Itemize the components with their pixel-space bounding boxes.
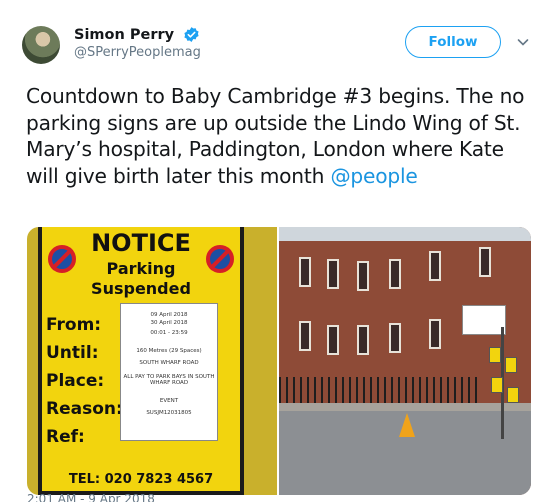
form-from: 09 April 2018 xyxy=(150,312,188,318)
form-until: 30 April 2018 xyxy=(150,320,188,326)
window xyxy=(429,319,441,349)
sign-tel: TEL: 020 7823 4567 xyxy=(68,472,214,487)
photo-hospital-street[interactable] xyxy=(279,227,531,495)
sign-subtitle-line2: Suspended xyxy=(91,279,191,298)
window xyxy=(429,251,441,281)
form-metres: 160 Metres (29 Spaces) xyxy=(136,348,202,354)
form-ref: SUSJM12031805 xyxy=(146,410,192,416)
window xyxy=(389,323,401,353)
window xyxy=(327,259,339,289)
sign-labels: From: Until: Place: Reason: Ref: xyxy=(46,311,123,451)
sign-form: 09 April 2018 30 April 2018 00:01 - 23:5… xyxy=(120,303,218,441)
sign-subtitle-line1: Parking xyxy=(106,259,176,278)
window xyxy=(389,259,401,289)
form-reason: EVENT xyxy=(159,398,179,404)
display-name[interactable]: Simon Perry xyxy=(74,27,174,43)
form-time: 00:01 - 23:59 xyxy=(150,330,188,336)
tweet-text: Countdown to Baby Cambridge #3 begins. T… xyxy=(26,83,536,189)
user-handle[interactable]: @SPerryPeoplemag xyxy=(74,45,201,60)
follow-button[interactable]: Follow xyxy=(405,26,501,58)
parking-notice xyxy=(505,357,517,373)
sign-label: Ref: xyxy=(46,427,85,447)
photo-parking-sign[interactable]: NOTICE Parking Suspended From: Until: Pl… xyxy=(27,227,277,495)
sign-label: Place: xyxy=(46,371,105,391)
parking-notice xyxy=(491,377,503,393)
sign-label: Reason: xyxy=(46,399,123,419)
window xyxy=(357,325,369,355)
tweet-body: Countdown to Baby Cambridge #3 begins. T… xyxy=(26,84,525,188)
parking-notice xyxy=(489,347,501,363)
avatar[interactable] xyxy=(22,26,60,64)
form-place: SOUTH WHARF ROAD xyxy=(139,360,199,366)
window xyxy=(479,247,491,277)
form-place-detail: ALL PAY TO PARK BAYS IN SOUTH WHARF ROAD xyxy=(123,374,215,386)
verified-badge-icon xyxy=(184,27,199,42)
sign-label: From: xyxy=(46,315,102,335)
parking-notice xyxy=(507,387,519,403)
tweet-media[interactable]: NOTICE Parking Suspended From: Until: Pl… xyxy=(27,227,531,495)
sign-label: Until: xyxy=(46,343,99,363)
window xyxy=(299,257,311,287)
sign-subtitle: Parking Suspended xyxy=(42,259,240,299)
traffic-cone xyxy=(399,413,415,437)
chevron-down-icon[interactable] xyxy=(515,34,531,50)
author-name-row[interactable]: Simon Perry xyxy=(74,24,200,43)
tweet-timestamp[interactable]: 2:01 AM - 9 Apr 2018 xyxy=(27,492,155,502)
mention-link[interactable]: @people xyxy=(330,164,417,188)
window xyxy=(357,261,369,291)
tweet-header: Simon Perry @SPerryPeoplemag Follow xyxy=(22,20,537,68)
hospital-sign xyxy=(462,305,506,335)
notice-sign: NOTICE Parking Suspended From: Until: Pl… xyxy=(38,227,244,495)
window xyxy=(327,325,339,355)
window xyxy=(299,321,311,351)
